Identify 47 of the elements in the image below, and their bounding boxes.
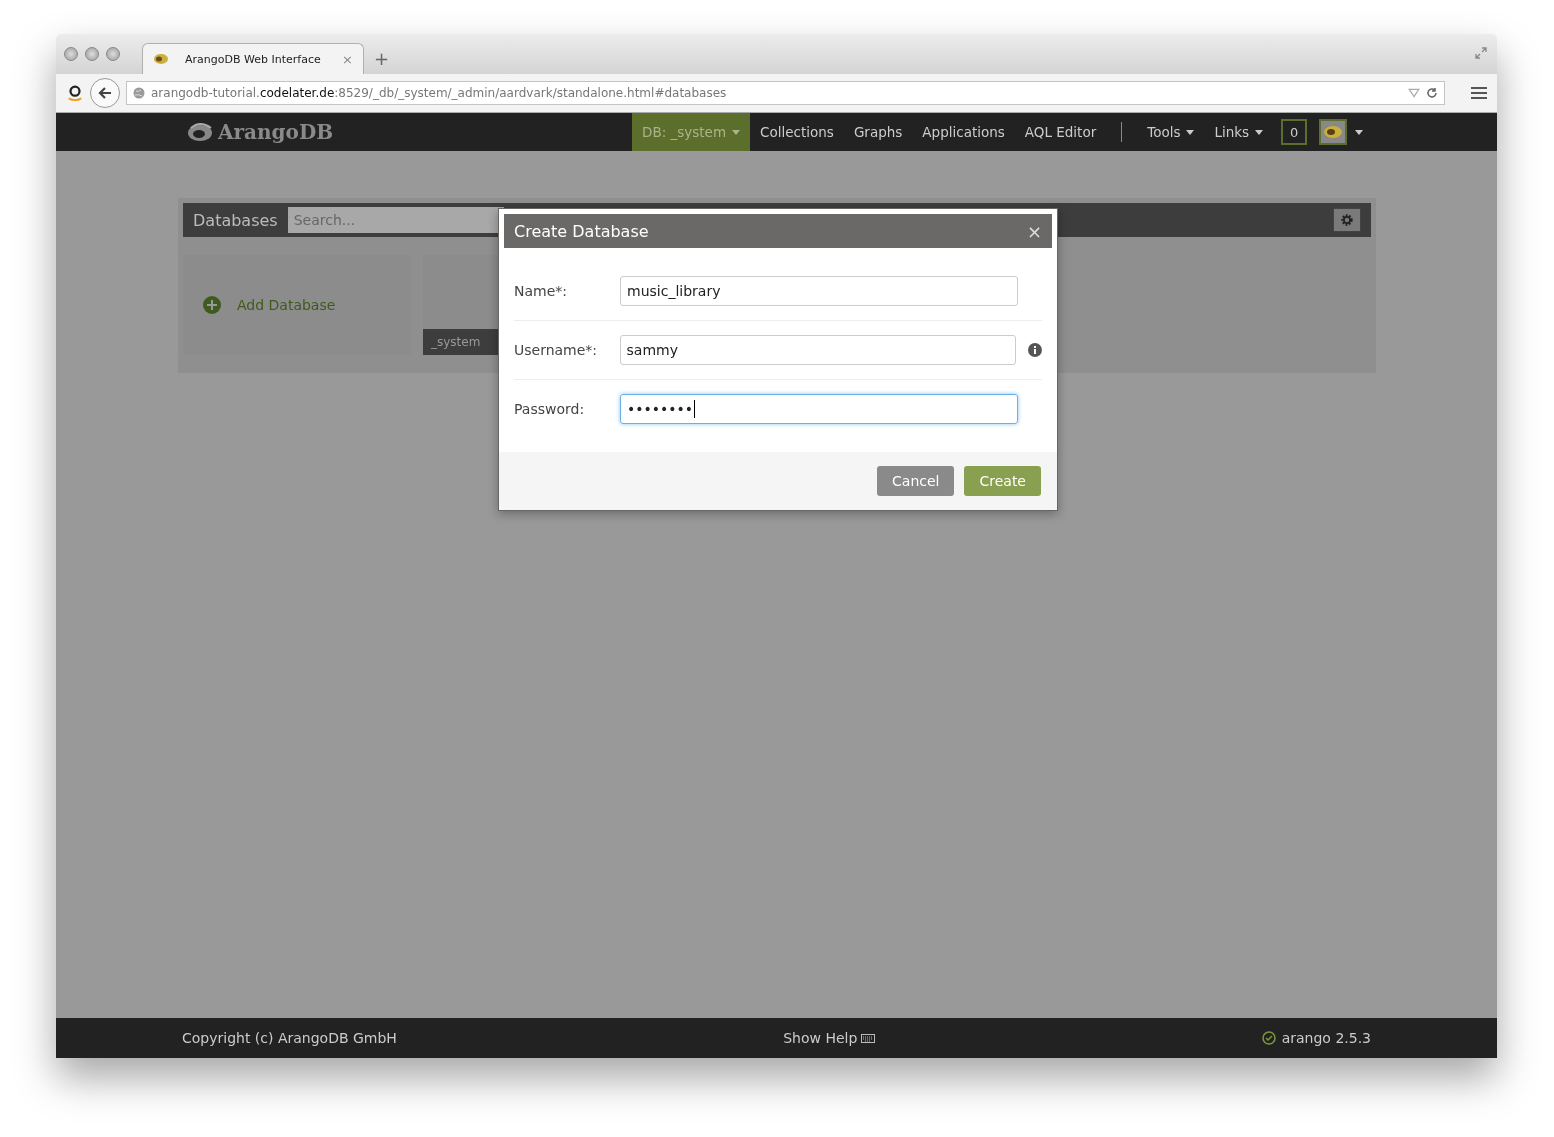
field-label: Name*: — [514, 283, 569, 299]
logo-icon — [186, 122, 214, 142]
settings-icon — [1340, 213, 1354, 227]
field-label: Password: — [514, 401, 586, 417]
caret-icon — [1255, 129, 1264, 135]
copyright-text: Copyright (c) ArangoDB GmbH — [182, 1030, 397, 1046]
settings-button[interactable] — [1333, 208, 1361, 232]
back-button[interactable] — [90, 78, 120, 108]
caret-icon — [732, 129, 741, 135]
reload-icon[interactable] — [1426, 87, 1438, 99]
caret-icon[interactable] — [1355, 129, 1364, 135]
check-icon — [1261, 1031, 1276, 1045]
globe-icon — [133, 87, 145, 99]
version-text: arango 2.5.3 — [1281, 1030, 1371, 1046]
nav-item[interactable]: Links — [1204, 113, 1274, 151]
new-tab-button[interactable]: + — [374, 47, 390, 69]
logo[interactable]: ArangoDB — [186, 113, 632, 151]
fullscreen-icon[interactable] — [1475, 47, 1487, 59]
user-menu-button[interactable] — [1319, 119, 1348, 145]
nav-item[interactable]: Applications — [912, 113, 1015, 151]
keyboard-icon — [861, 1033, 876, 1043]
url-text: arangodb-tutorial.codelater.de:8529/_db/_system/_admin/aardvark/standalone.html#databases — [151, 86, 728, 100]
nav-item[interactable]: Collections — [750, 113, 844, 151]
nav-item[interactable]: AQL Editor — [1014, 113, 1107, 151]
avocado-icon — [1323, 124, 1344, 140]
show-help-link[interactable]: Show Help — [783, 1030, 876, 1046]
logo-text: ArangoDB — [218, 120, 334, 144]
tab-title: ArangoDB Web Interface — [185, 52, 322, 66]
browser-tab[interactable]: ArangoDB Web Interface × — [142, 43, 364, 74]
input-field[interactable]: •••••••• — [620, 394, 1018, 424]
close-button[interactable]: × — [1026, 220, 1042, 242]
menu-icon[interactable] — [1471, 86, 1487, 100]
address-bar[interactable]: arangodb-tutorial.codelater.de:8529/_db/_system/_admin/aardvark/standalone.html#databases — [126, 81, 1445, 105]
tile-label: Add Database — [237, 297, 336, 313]
field-label: Username*: — [514, 342, 599, 358]
page-title: Databases — [193, 210, 278, 230]
nav-item[interactable]: Tools — [1137, 113, 1205, 151]
caret-icon — [1186, 129, 1195, 135]
notification-counter[interactable]: 0 — [1281, 119, 1308, 145]
dialog-title: Create Database — [514, 221, 650, 241]
plus-icon — [203, 296, 221, 314]
back-arrow-icon — [97, 85, 113, 101]
info-icon[interactable] — [1028, 343, 1042, 357]
nav-item[interactable]: Graphs — [843, 113, 913, 151]
avocado-icon — [153, 53, 169, 65]
input-field[interactable]: sammy — [619, 335, 1017, 365]
input-field[interactable]: music_library — [620, 276, 1018, 306]
